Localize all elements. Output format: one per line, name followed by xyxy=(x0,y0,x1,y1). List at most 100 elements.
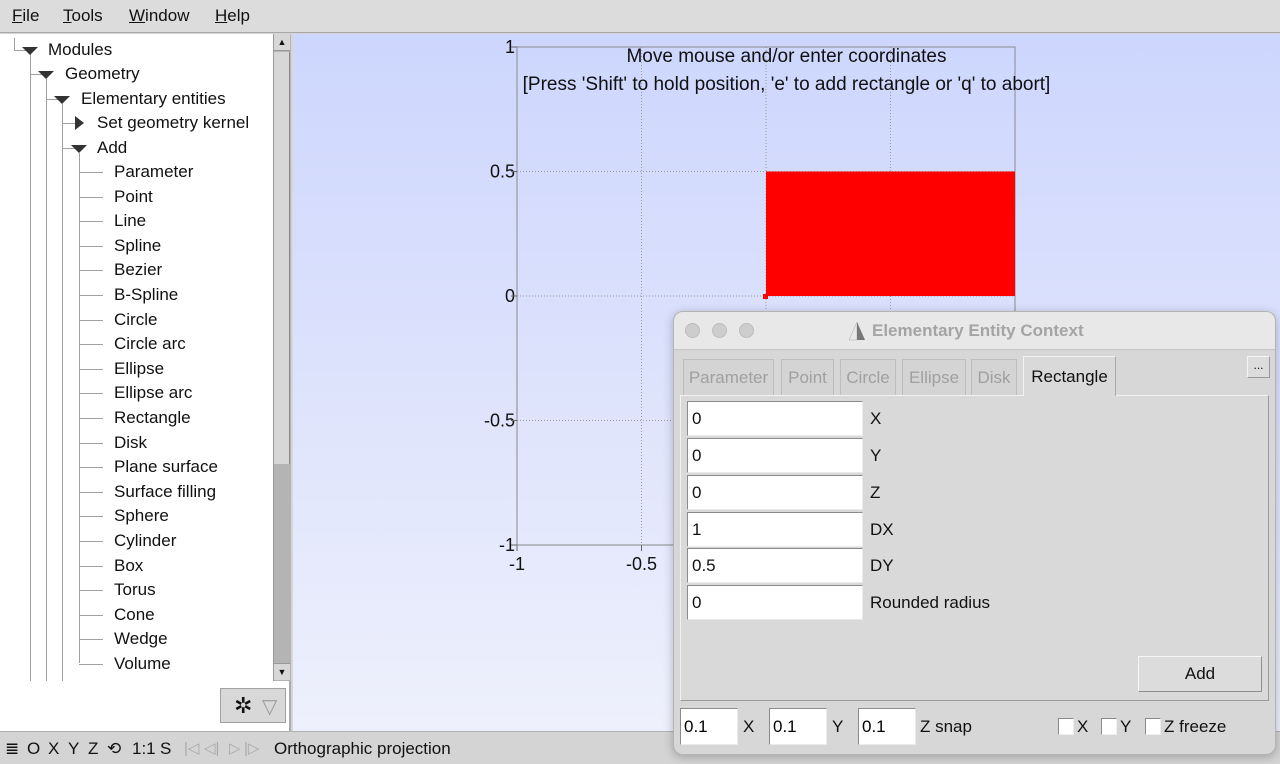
tree-item-point[interactable]: Point xyxy=(114,185,153,209)
tab-parameter[interactable]: Parameter xyxy=(683,359,774,395)
menu-lines-icon[interactable]: ≣ xyxy=(5,739,19,759)
snap-x-field[interactable] xyxy=(680,708,738,745)
menu-file[interactable]: File xyxy=(12,6,39,26)
tree-item-box[interactable]: Box xyxy=(114,554,143,578)
tree-scrollbar[interactable]: ▲ ▼ xyxy=(273,34,291,681)
menubar: File Tools Window Help xyxy=(0,0,1280,33)
tree-item-ellipse[interactable]: Ellipse xyxy=(114,357,164,381)
menu-help[interactable]: Help xyxy=(215,6,250,26)
x-tick-label: -0.5 xyxy=(626,554,657,574)
tree-item-parameter[interactable]: Parameter xyxy=(114,160,193,184)
freeze-z-checkbox[interactable] xyxy=(1145,718,1161,735)
dialog-titlebar[interactable]: Elementary Entity Context xyxy=(674,312,1275,350)
gear-icon: ✲ xyxy=(234,693,253,718)
tree-line xyxy=(62,104,63,681)
tree-item-bezier[interactable]: Bezier xyxy=(114,258,162,282)
tree-line xyxy=(79,467,103,469)
scroll-thumb[interactable] xyxy=(274,52,290,464)
menu-help-mnemonic: H xyxy=(215,6,228,25)
tree-item-wedge[interactable]: Wedge xyxy=(114,627,168,651)
z-field-label: Z xyxy=(870,483,881,502)
scroll-up-icon[interactable]: ▲ xyxy=(274,34,290,51)
tree-item-b-spline[interactable]: B-Spline xyxy=(114,283,178,307)
menu-tools-label: ools xyxy=(71,6,103,25)
scale-button[interactable]: 1:1 xyxy=(132,739,156,759)
first-step-icon[interactable]: |◁ xyxy=(184,739,199,757)
tab-ellipse[interactable]: Ellipse xyxy=(902,359,966,395)
freeze-y-label: Y xyxy=(1120,717,1132,736)
snap-y-field[interactable] xyxy=(769,708,827,745)
x-field[interactable] xyxy=(687,401,863,436)
menu-tools[interactable]: Tools xyxy=(63,6,103,26)
preview-rectangle xyxy=(766,171,1015,296)
menu-tools-mnemonic: T xyxy=(63,6,72,25)
zoom-window-icon[interactable] xyxy=(739,323,754,338)
freeze-y-checkbox[interactable] xyxy=(1101,718,1117,735)
x-tick-label: -1 xyxy=(509,554,525,574)
tree-line xyxy=(79,270,103,272)
minimize-window-icon[interactable] xyxy=(712,323,727,338)
tab-disk[interactable]: Disk xyxy=(971,359,1017,395)
next-step-icon[interactable]: |▷ xyxy=(244,739,259,757)
tree-item-rectangle[interactable]: Rectangle xyxy=(114,406,191,430)
tab-rectangle[interactable]: Rectangle xyxy=(1023,356,1116,396)
previous-step-icon[interactable]: ◁| xyxy=(204,739,219,757)
tree-item-torus[interactable]: Torus xyxy=(114,578,156,602)
z-field[interactable] xyxy=(687,475,863,510)
close-window-icon[interactable] xyxy=(685,323,700,338)
collapse-triangle-icon[interactable] xyxy=(54,96,70,104)
tree-line xyxy=(79,196,103,198)
origin-point-marker xyxy=(763,294,768,299)
tree-item-cone[interactable]: Cone xyxy=(114,603,155,627)
dx-field[interactable] xyxy=(687,512,863,547)
rounded-radius-field[interactable] xyxy=(687,585,863,620)
options-button[interactable]: ✲ ▽ xyxy=(220,688,286,723)
play-icon[interactable]: ▷ xyxy=(229,739,241,757)
tree-item-surface-filling[interactable]: Surface filling xyxy=(114,480,216,504)
view-y-button[interactable]: Y xyxy=(68,739,79,759)
snap-z-field[interactable] xyxy=(858,708,916,745)
dx-field-label: DX xyxy=(870,520,894,539)
rotate-icon[interactable]: ⟲ xyxy=(107,739,121,759)
more-options-button[interactable]: ... xyxy=(1247,356,1270,378)
tree-line xyxy=(79,541,103,542)
tree-item-ellipse-arc[interactable]: Ellipse arc xyxy=(114,381,192,405)
expand-triangle-icon[interactable] xyxy=(75,116,84,130)
add-button[interactable]: Add xyxy=(1138,656,1262,692)
tree-line xyxy=(79,639,103,641)
select-button[interactable]: S xyxy=(160,739,171,759)
dy-field[interactable] xyxy=(687,548,863,583)
tree-item-plane-surface[interactable]: Plane surface xyxy=(114,455,218,479)
scroll-down-icon[interactable]: ▼ xyxy=(274,663,290,680)
tree-line xyxy=(30,54,31,681)
view-z-button[interactable]: Z xyxy=(88,739,98,759)
tree-item-spline[interactable]: Spline xyxy=(114,234,161,258)
elementary-entity-context-dialog: Elementary Entity Context Parameter Poin… xyxy=(673,311,1276,755)
tree-item-cylinder[interactable]: Cylinder xyxy=(114,529,176,553)
view-origin-button[interactable]: O xyxy=(27,739,40,759)
snap-y-label: Y xyxy=(832,717,844,736)
tree-item-label: Add xyxy=(97,138,128,157)
tree-line xyxy=(46,79,47,681)
tree-line xyxy=(79,153,80,663)
tree-line xyxy=(79,393,103,395)
view-x-button[interactable]: X xyxy=(48,739,59,759)
collapse-triangle-icon[interactable] xyxy=(71,145,87,153)
tree-item-circle[interactable]: Circle xyxy=(114,308,157,332)
tree-item-sphere[interactable]: Sphere xyxy=(114,504,169,528)
tree-item-label: Modules xyxy=(48,40,113,59)
y-tick-label: -0.5 xyxy=(484,411,515,431)
tree-item-line[interactable]: Line xyxy=(114,209,146,233)
tree-item-disk[interactable]: Disk xyxy=(114,431,147,455)
tab-point[interactable]: Point xyxy=(781,359,834,395)
viewport-hint: [Press 'Shift' to hold position, 'e' to … xyxy=(522,74,1051,95)
y-field-label: Y xyxy=(870,446,882,465)
tab-circle[interactable]: Circle xyxy=(840,359,896,395)
tree-item-circle-arc[interactable]: Circle arc xyxy=(114,332,186,356)
collapse-triangle-icon[interactable] xyxy=(22,47,38,55)
freeze-x-checkbox[interactable] xyxy=(1058,718,1074,735)
collapse-triangle-icon[interactable] xyxy=(38,71,54,79)
menu-window[interactable]: Window xyxy=(129,6,189,26)
y-field[interactable] xyxy=(687,438,863,473)
tree-item-volume[interactable]: Volume xyxy=(114,652,171,676)
